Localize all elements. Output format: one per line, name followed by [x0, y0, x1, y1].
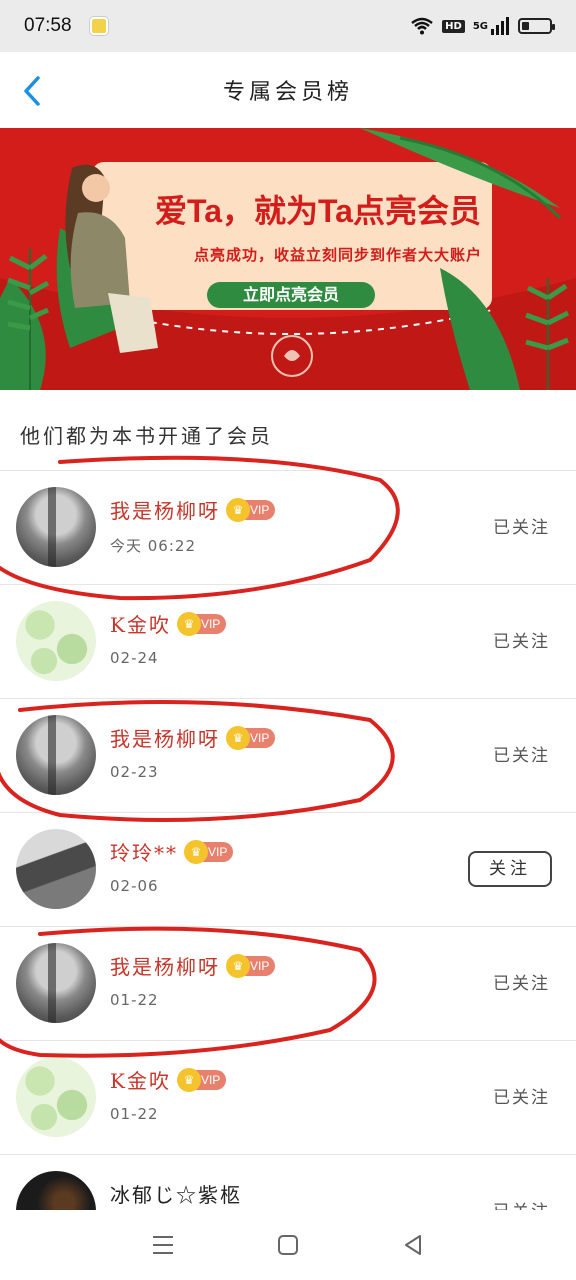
- vip-label: VIP: [208, 844, 228, 859]
- crown-icon: ♛: [184, 839, 208, 864]
- vip-label: VIP: [250, 958, 270, 973]
- network-type: 5G: [472, 20, 488, 32]
- member-name: 我是杨柳呀 ♛ VIP: [110, 951, 276, 980]
- member-name: 冰郁じ☆紫柩: [110, 1179, 242, 1208]
- member-name: 我是杨柳呀 ♛ VIP: [110, 723, 276, 752]
- member-date: 02-23: [110, 763, 159, 781]
- wifi-icon: [410, 17, 434, 35]
- cat-photo-avatar[interactable]: [16, 487, 96, 567]
- crown-icon: ♛: [226, 953, 250, 978]
- follow-button[interactable]: 关注: [468, 851, 552, 887]
- vip-label: VIP: [250, 502, 270, 517]
- app-notification-icon: [89, 17, 108, 35]
- member-name: K金吹 ♛ VIP: [110, 609, 227, 638]
- vip-label: VIP: [200, 616, 221, 631]
- member-list: 我是杨柳呀 ♛ VIP 今天 06:22 已关注 K金吹 ♛ VIP 02-24 已…: [0, 470, 576, 1268]
- member-name: 我是杨柳呀 ♛ VIP: [110, 495, 276, 524]
- vip-badge: ♛ VIP: [176, 1067, 227, 1092]
- cat-photo-avatar[interactable]: [16, 715, 96, 795]
- battery-level: [522, 22, 529, 30]
- back-nav-button[interactable]: [393, 1225, 433, 1265]
- member-name-text: 玲玲**: [110, 841, 178, 865]
- followed-button[interactable]: 已关注: [493, 513, 550, 538]
- member-name-text: 冰郁じ☆紫柩: [110, 1183, 242, 1207]
- vip-badge: ♛ VIP: [226, 953, 276, 978]
- member-name: K金吹 ♛ VIP: [110, 1065, 227, 1094]
- status-time: 07:58: [24, 15, 72, 36]
- banner-headline: 爱Ta，就为Ta点亮会员: [155, 193, 481, 229]
- back-triangle-icon: [405, 1235, 422, 1255]
- member-row[interactable]: K金吹 ♛ VIP 02-24 已关注: [0, 584, 576, 698]
- member-name: 玲玲** ♛ VIP: [110, 837, 234, 866]
- vip-badge: ♛ VIP: [176, 611, 227, 636]
- status-bar: 07:58 HD 5G: [0, 0, 576, 52]
- followed-button[interactable]: 已关注: [493, 627, 550, 652]
- light-up-membership-button[interactable]: 立即点亮会员: [207, 282, 375, 308]
- signal-icon: 5G: [473, 17, 510, 35]
- girl-photo-avatar[interactable]: [16, 829, 96, 909]
- crown-icon: ♛: [176, 1067, 201, 1092]
- top-app-bar: 专属会员榜: [0, 52, 576, 128]
- status-icons: HD 5G: [410, 17, 555, 35]
- member-date: 01-22: [110, 991, 159, 1009]
- hd-badge: HD: [442, 19, 465, 33]
- member-row[interactable]: 玲玲** ♛ VIP 02-06 关注: [0, 812, 576, 926]
- member-name-text: 我是杨柳呀: [110, 955, 220, 979]
- member-name-text: K金吹: [110, 1069, 171, 1093]
- crown-icon: ♛: [226, 497, 250, 522]
- member-date: 02-06: [110, 877, 159, 895]
- menu-icon: [152, 1236, 173, 1254]
- crown-icon: ♛: [226, 725, 250, 750]
- followed-button[interactable]: 已关注: [493, 969, 550, 994]
- menu-nav-button[interactable]: [143, 1225, 183, 1265]
- member-name-text: 我是杨柳呀: [110, 499, 220, 523]
- section-title: 他们都为本书开通了会员: [20, 424, 273, 448]
- pear-pattern-avatar[interactable]: [16, 1057, 96, 1137]
- member-date: 今天 06:22: [110, 537, 196, 555]
- followed-button[interactable]: 已关注: [493, 741, 550, 766]
- vip-badge: ♛ VIP: [226, 725, 276, 750]
- vip-badge: ♛ VIP: [184, 839, 234, 864]
- member-name-text: 我是杨柳呀: [110, 727, 220, 751]
- vip-badge: ♛ VIP: [226, 497, 276, 522]
- followed-button[interactable]: 已关注: [493, 1083, 550, 1108]
- member-date: 01-22: [110, 1105, 159, 1123]
- home-nav-button[interactable]: [268, 1225, 308, 1265]
- vip-label: VIP: [200, 1072, 221, 1087]
- member-row[interactable]: K金吹 ♛ VIP 01-22 已关注: [0, 1040, 576, 1154]
- member-date: 02-24: [110, 649, 159, 667]
- pear-pattern-avatar[interactable]: [16, 601, 96, 681]
- cat-photo-avatar[interactable]: [16, 943, 96, 1023]
- system-nav-bar: [0, 1210, 576, 1280]
- vip-label: VIP: [250, 730, 270, 745]
- back-button[interactable]: [18, 74, 48, 108]
- crown-icon: ♛: [176, 611, 201, 636]
- member-row[interactable]: 我是杨柳呀 ♛ VIP 今天 06:22 已关注: [0, 470, 576, 584]
- page-title: 专属会员榜: [222, 80, 353, 105]
- member-row[interactable]: 我是杨柳呀 ♛ VIP 02-23 已关注: [0, 698, 576, 812]
- banner-subtitle: 点亮成功，收益立刻同步到作者大大账户: [193, 246, 482, 264]
- member-row[interactable]: 我是杨柳呀 ♛ VIP 01-22 已关注: [0, 926, 576, 1040]
- chevron-left-icon: [24, 76, 40, 106]
- home-square-icon: [277, 1235, 298, 1255]
- member-name-text: K金吹: [110, 613, 171, 637]
- battery-icon: [518, 18, 555, 34]
